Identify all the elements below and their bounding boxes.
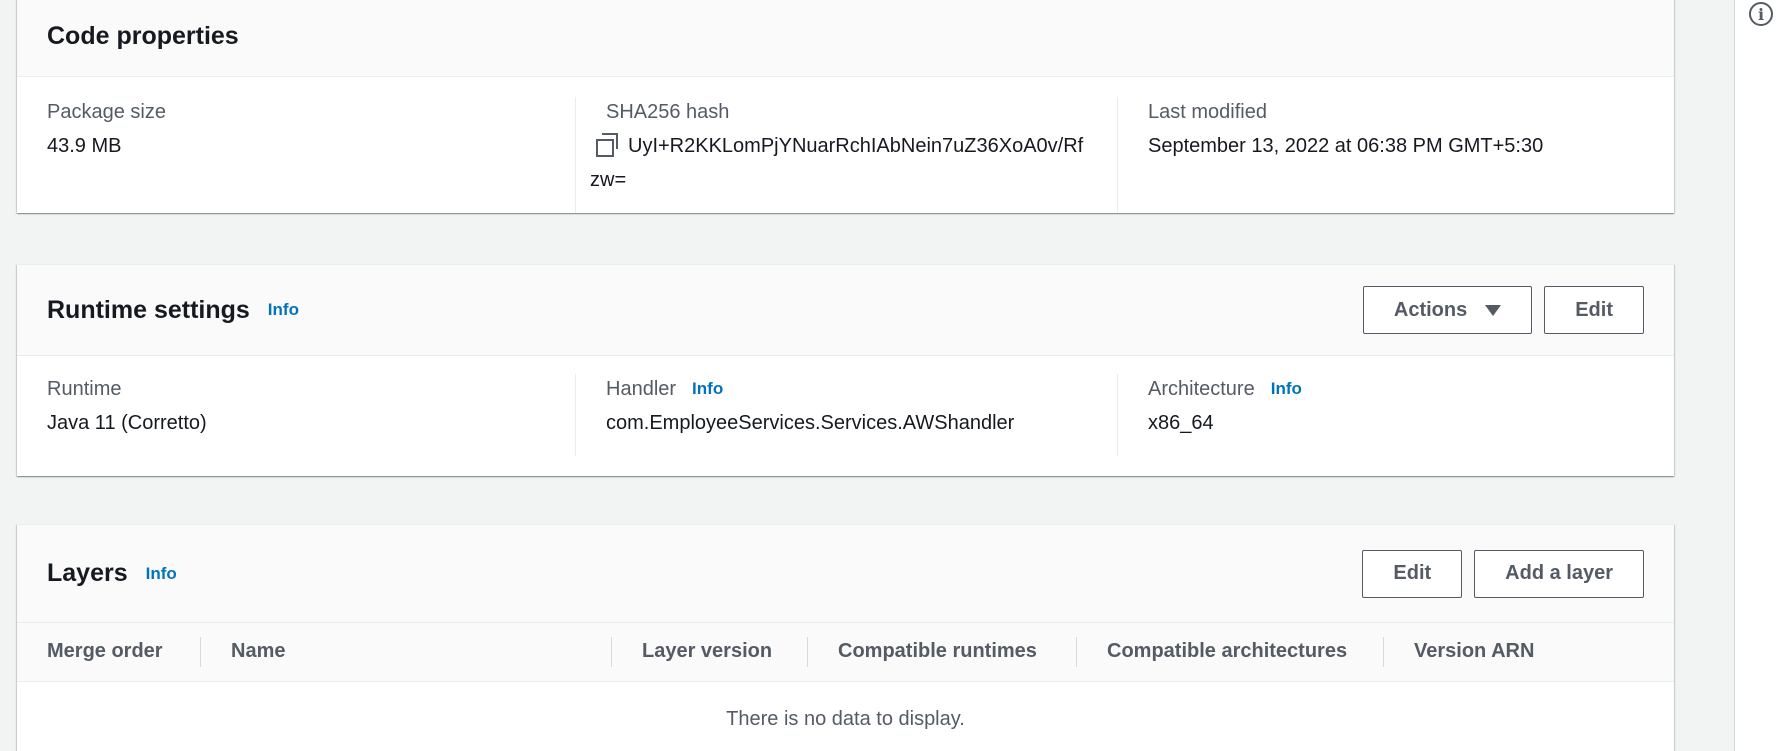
- column-header-label: Version ARN: [1414, 640, 1535, 663]
- column-header-compatible-runtimes[interactable]: Compatible runtimes: [808, 623, 1077, 682]
- column-header-label: Compatible runtimes: [838, 640, 1037, 663]
- runtime-label: Runtime: [47, 378, 122, 400]
- package-size-label: Package size: [47, 101, 166, 123]
- column-header-label: Name: [231, 640, 286, 663]
- runtime-settings-actions: Actions Edit: [1362, 286, 1644, 334]
- handler-info-link[interactable]: Info: [692, 374, 723, 404]
- column-header-name[interactable]: Name: [201, 623, 612, 682]
- column-header-version-arn[interactable]: Version ARN: [1384, 623, 1674, 682]
- last-modified-value: September 13, 2022 at 06:38 PM GMT+5:30: [1148, 135, 1544, 157]
- sha256-field: SHA256 hash UyI+R2KKLomPjYNuarRchIAbNein…: [576, 97, 1118, 213]
- info-circle-icon[interactable]: i: [1749, 2, 1773, 26]
- add-layer-button[interactable]: Add a layer: [1474, 549, 1644, 598]
- layers-header: Layers Info Edit Add a layer: [17, 525, 1674, 623]
- runtime-field: Runtime Java 11 (Corretto): [17, 374, 576, 456]
- empty-state-text: There is no data to display.: [726, 707, 965, 730]
- sha256-value: UyI+R2KKLomPjYNuarRchIAbNein7uZ36XoA0v/R…: [590, 135, 1084, 191]
- handler-value: com.EmployeeServices.Services.AWShandler: [606, 412, 1015, 434]
- architecture-label: Architecture: [1148, 378, 1255, 400]
- code-properties-panel: Code properties Package size 43.9 MB SHA…: [17, 0, 1674, 213]
- actions-button-label: Actions: [1393, 298, 1468, 321]
- package-size-value: 43.9 MB: [47, 135, 122, 157]
- architecture-label-wrap: Architecture Info: [1148, 374, 1644, 404]
- architecture-info-link[interactable]: Info: [1271, 374, 1302, 404]
- actions-dropdown-button[interactable]: Actions: [1362, 286, 1533, 334]
- column-header-layer-version[interactable]: Layer version: [612, 623, 808, 682]
- runtime-settings-info-link[interactable]: Info: [268, 300, 299, 320]
- runtime-edit-button[interactable]: Edit: [1544, 286, 1644, 334]
- handler-label: Handler: [606, 378, 677, 400]
- sha256-value-wrap: UyI+R2KKLomPjYNuarRchIAbNein7uZ36XoA0v/R…: [590, 129, 1087, 197]
- code-properties-values: Package size 43.9 MB SHA256 hash UyI+R2K…: [17, 77, 1674, 233]
- handler-field: Handler Info com.EmployeeServices.Service…: [576, 374, 1118, 456]
- last-modified-field: Last modified September 13, 2022 at 06:3…: [1118, 97, 1674, 213]
- code-properties-header: Code properties: [17, 0, 1674, 77]
- lambda-function-config-page: Code properties Package size 43.9 MB SHA…: [0, 0, 1786, 751]
- handler-label-wrap: Handler Info: [606, 374, 1087, 404]
- layers-info-link[interactable]: Info: [146, 564, 177, 584]
- architecture-field: Architecture Info x86_64: [1118, 374, 1674, 456]
- runtime-settings-values: Runtime Java 11 (Corretto) Handler Info c…: [17, 356, 1674, 476]
- architecture-value: x86_64: [1148, 412, 1214, 434]
- layers-empty-row: There is no data to display.: [17, 681, 1674, 751]
- runtime-settings-header: Runtime settings Info Actions Edit: [17, 265, 1674, 356]
- column-header-compatible-architectures[interactable]: Compatible architectures: [1077, 623, 1384, 682]
- code-properties-title: Code properties: [47, 22, 239, 50]
- layers-edit-button[interactable]: Edit: [1362, 549, 1463, 598]
- layers-title: Layers: [47, 559, 128, 587]
- sha256-label: SHA256 hash: [606, 101, 730, 123]
- layers-table-header-row: Merge order Name Layer version Compatibl…: [17, 623, 1674, 682]
- runtime-settings-panel: Runtime settings Info Actions Edit Runti…: [17, 264, 1674, 476]
- runtime-settings-title: Runtime settings: [47, 295, 250, 324]
- package-size-field: Package size 43.9 MB: [17, 97, 576, 213]
- copy-icon[interactable]: [596, 133, 618, 157]
- right-help-rail: i: [1734, 0, 1786, 751]
- layers-panel: Layers Info Edit Add a layer Merge order…: [17, 524, 1674, 751]
- column-header-label: Compatible architectures: [1107, 640, 1348, 663]
- column-header-label: Merge order: [47, 640, 163, 663]
- layers-table: Merge order Name Layer version Compatibl…: [17, 623, 1674, 751]
- runtime-value: Java 11 (Corretto): [47, 412, 207, 434]
- column-header-merge-order[interactable]: Merge order: [17, 623, 201, 682]
- layers-actions: Edit Add a layer: [1362, 549, 1644, 598]
- column-header-label: Layer version: [642, 640, 773, 663]
- caret-down-icon: [1485, 304, 1502, 316]
- last-modified-label: Last modified: [1148, 101, 1267, 123]
